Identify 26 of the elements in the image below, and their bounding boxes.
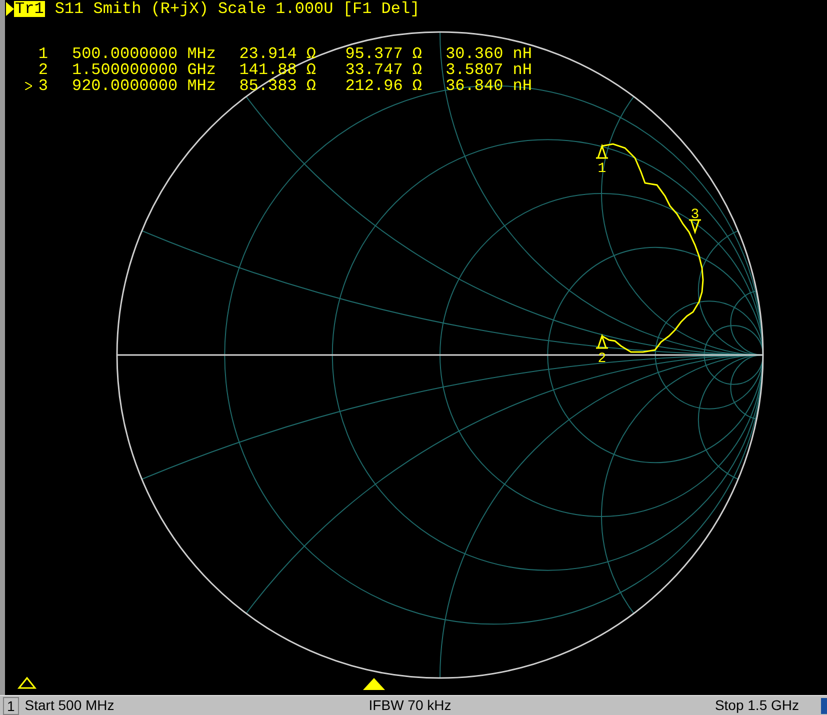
marker-frequency: 920.0000000 MHz	[70, 78, 216, 94]
marker-frequency: 1.500000000 GHz	[70, 62, 216, 78]
marker-number: 3	[37, 78, 48, 94]
marker-number: 1	[37, 46, 48, 62]
marker-reactance: 33.747 Ω	[344, 62, 422, 78]
ifbw-label: IFBW 70 kHz	[368, 696, 452, 715]
active-marker-icon	[25, 82, 32, 90]
channel-number: 1	[3, 696, 19, 714]
marker-reactance: 95.377 Ω	[344, 46, 422, 62]
marker-frequency: 500.0000000 MHz	[70, 46, 216, 62]
start-frequency: Start 500 MHz	[24, 696, 116, 715]
trace-info: S11 Smith (R+jX) Scale 1.000U [F1 Del]	[54, 1, 420, 17]
stimulus-marker-icon	[363, 678, 385, 690]
marker-flag: 2	[595, 335, 609, 367]
marker-inductance: 36.840 nH	[444, 78, 532, 94]
trace-pointer-icon	[6, 2, 14, 16]
marker-reactance: 212.96 Ω	[344, 78, 422, 94]
marker-flag: 3	[688, 207, 702, 233]
stop-frequency: Stop 1.5 GHz	[714, 696, 799, 715]
marker-inductance: 30.360 nH	[444, 46, 532, 62]
marker-flag: 1	[595, 145, 609, 177]
status-indicator	[821, 698, 827, 714]
marker-number: 2	[37, 62, 48, 78]
marker-inductance: 3.5807 nH	[444, 62, 532, 78]
marker-resistance: 23.914 Ω	[238, 46, 316, 62]
stimulus-marker-icon	[17, 676, 37, 689]
